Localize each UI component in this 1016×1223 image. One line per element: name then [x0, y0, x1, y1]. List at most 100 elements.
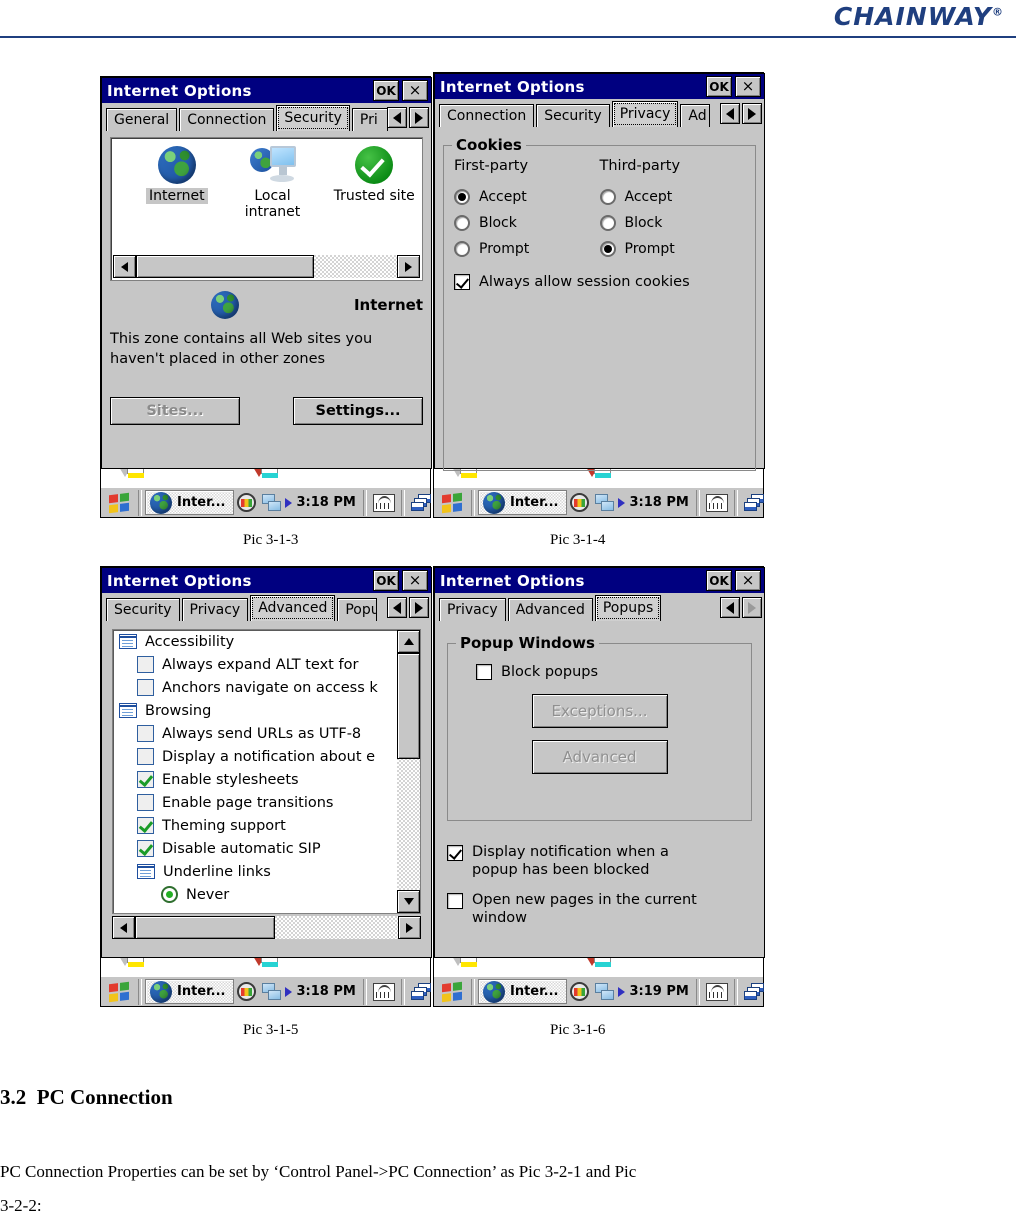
tab-popups[interactable]: Popups	[594, 595, 662, 621]
list-item-checkbox[interactable]: Always send URLs as UTF-8	[113, 722, 420, 745]
close-button[interactable]: ×	[402, 80, 428, 101]
tab-security[interactable]: Security	[276, 105, 350, 131]
list-item-group[interactable]: Underline links	[113, 860, 420, 883]
tab-privacy[interactable]: Privacy	[439, 598, 506, 621]
exceptions-button[interactable]: Exceptions...	[531, 694, 668, 728]
advanced-settings-list[interactable]: Accessibility Always expand ALT text for…	[112, 629, 421, 914]
list-item-checkbox[interactable]: Anchors navigate on access k	[113, 676, 420, 699]
radio-icon[interactable]	[161, 886, 178, 903]
zone-horizontal-scrollbar[interactable]	[113, 255, 420, 278]
checkbox-icon[interactable]	[137, 679, 154, 696]
open-new-pages-row[interactable]: Open new pages in the current window	[447, 891, 752, 927]
list-item-checkbox[interactable]: Theming support	[113, 814, 420, 837]
palette-icon[interactable]	[569, 982, 589, 1001]
list-item-group[interactable]: Accessibility	[113, 630, 420, 653]
tab-privacy[interactable]: Privacy	[611, 101, 679, 127]
checkbox-icon[interactable]	[137, 840, 154, 857]
keyboard-icon[interactable]	[372, 493, 395, 512]
scrollbar-thumb[interactable]	[135, 916, 275, 939]
tray-expand-icon[interactable]	[284, 497, 292, 508]
zone-trusted-sites[interactable]: Trusted site	[326, 146, 422, 220]
ok-button[interactable]: OK	[373, 570, 399, 591]
list-item-group[interactable]: Browsing	[113, 699, 420, 722]
tab-scroll-left-button[interactable]	[387, 597, 407, 618]
palette-icon[interactable]	[236, 493, 256, 512]
checkbox-icon[interactable]	[137, 725, 154, 742]
always-allow-session-cookies-row[interactable]: Always allow session cookies	[454, 274, 745, 290]
desktop-icon[interactable]	[743, 982, 766, 1001]
tray-expand-icon[interactable]	[617, 497, 625, 508]
taskbar-item-internet-explorer[interactable]: Inter...	[145, 979, 234, 1004]
sites-button[interactable]: Sites...	[110, 397, 240, 425]
first-party-block[interactable]: Block	[454, 210, 600, 236]
list-item-checkbox[interactable]: Enable stylesheets	[113, 768, 420, 791]
taskbar-item-internet-explorer[interactable]: Inter...	[478, 490, 567, 515]
zone-internet[interactable]: Internet	[129, 146, 225, 220]
taskbar-clock[interactable]: 3:18 PM	[297, 495, 356, 510]
advanced-horizontal-scrollbar[interactable]	[112, 916, 421, 939]
tab-privacy[interactable]: Privacy	[181, 598, 249, 621]
network-icon[interactable]	[261, 982, 282, 1001]
tab-scroll-right-button[interactable]	[409, 107, 429, 128]
list-item-radio[interactable]: Never	[113, 883, 420, 906]
first-party-accept[interactable]: Accept	[454, 184, 600, 210]
close-button[interactable]: ×	[735, 570, 761, 591]
desktop-icon[interactable]	[743, 493, 766, 512]
settings-button[interactable]: Settings...	[293, 397, 423, 425]
taskbar-clock[interactable]: 3:18 PM	[297, 984, 356, 999]
tab-popups[interactable]: Popu	[337, 598, 378, 621]
first-party-prompt[interactable]: Prompt	[454, 236, 600, 262]
tab-advanced[interactable]: Advanced	[250, 595, 336, 621]
tab-scroll-left-button[interactable]	[720, 597, 740, 618]
checkbox-icon[interactable]	[137, 771, 154, 788]
scrollbar-thumb-vertical[interactable]	[397, 653, 420, 759]
network-icon[interactable]	[261, 493, 282, 512]
keyboard-icon[interactable]	[705, 493, 728, 512]
tab-security[interactable]: Security	[536, 104, 610, 127]
scroll-left-button[interactable]	[113, 255, 136, 278]
advanced-vertical-scrollbar[interactable]	[397, 630, 420, 913]
taskbar-item-internet-explorer[interactable]: Inter...	[145, 490, 234, 515]
checkbox-icon[interactable]	[137, 794, 154, 811]
taskbar-item-internet-explorer[interactable]: Inter...	[478, 979, 567, 1004]
tab-scroll-right-button[interactable]	[742, 103, 762, 124]
tab-security[interactable]: Security	[106, 598, 180, 621]
list-item-checkbox[interactable]: Disable automatic SIP	[113, 837, 420, 860]
advanced-button[interactable]: Advanced	[531, 740, 668, 774]
palette-icon[interactable]	[236, 982, 256, 1001]
list-item-checkbox[interactable]: Enable page transitions	[113, 791, 420, 814]
scrollbar-thumb[interactable]	[136, 255, 314, 278]
scrollbar-track[interactable]	[314, 255, 397, 278]
tab-scroll-left-button[interactable]	[720, 103, 740, 124]
close-button[interactable]: ×	[402, 570, 428, 591]
tab-scroll-left-button[interactable]	[387, 107, 407, 128]
third-party-block[interactable]: Block	[599, 210, 746, 236]
tab-advanced[interactable]: Advanced	[507, 598, 593, 621]
third-party-prompt[interactable]: Prompt	[599, 236, 746, 262]
desktop-icon[interactable]	[410, 493, 433, 512]
tray-expand-icon[interactable]	[617, 986, 625, 997]
desktop-icon[interactable]	[410, 982, 433, 1001]
start-button[interactable]	[103, 490, 135, 516]
ok-button[interactable]: OK	[706, 570, 732, 591]
list-item-checkbox[interactable]: Always expand ALT text for	[113, 653, 420, 676]
scroll-right-button[interactable]	[397, 255, 420, 278]
keyboard-icon[interactable]	[705, 982, 728, 1001]
start-button[interactable]	[103, 979, 135, 1005]
scroll-up-button[interactable]	[397, 630, 420, 653]
scrollbar-track[interactable]	[275, 916, 398, 939]
tray-expand-icon[interactable]	[284, 986, 292, 997]
checkbox-icon[interactable]	[137, 656, 154, 673]
checkbox-icon[interactable]	[137, 748, 154, 765]
tab-general[interactable]: General	[106, 108, 178, 131]
zone-local-intranet[interactable]: Local intranet	[225, 146, 321, 220]
tab-connection[interactable]: Connection	[439, 104, 535, 127]
network-icon[interactable]	[594, 982, 615, 1001]
tab-privacy[interactable]: Pri	[351, 108, 388, 131]
list-item-checkbox[interactable]: Display a notification about e	[113, 745, 420, 768]
tab-connection[interactable]: Connection	[179, 108, 275, 131]
start-button[interactable]	[436, 490, 468, 516]
zone-list[interactable]: Internet Local intranet Trusted site	[110, 137, 423, 281]
ok-button[interactable]: OK	[373, 80, 399, 101]
taskbar-clock[interactable]: 3:19 PM	[630, 984, 689, 999]
